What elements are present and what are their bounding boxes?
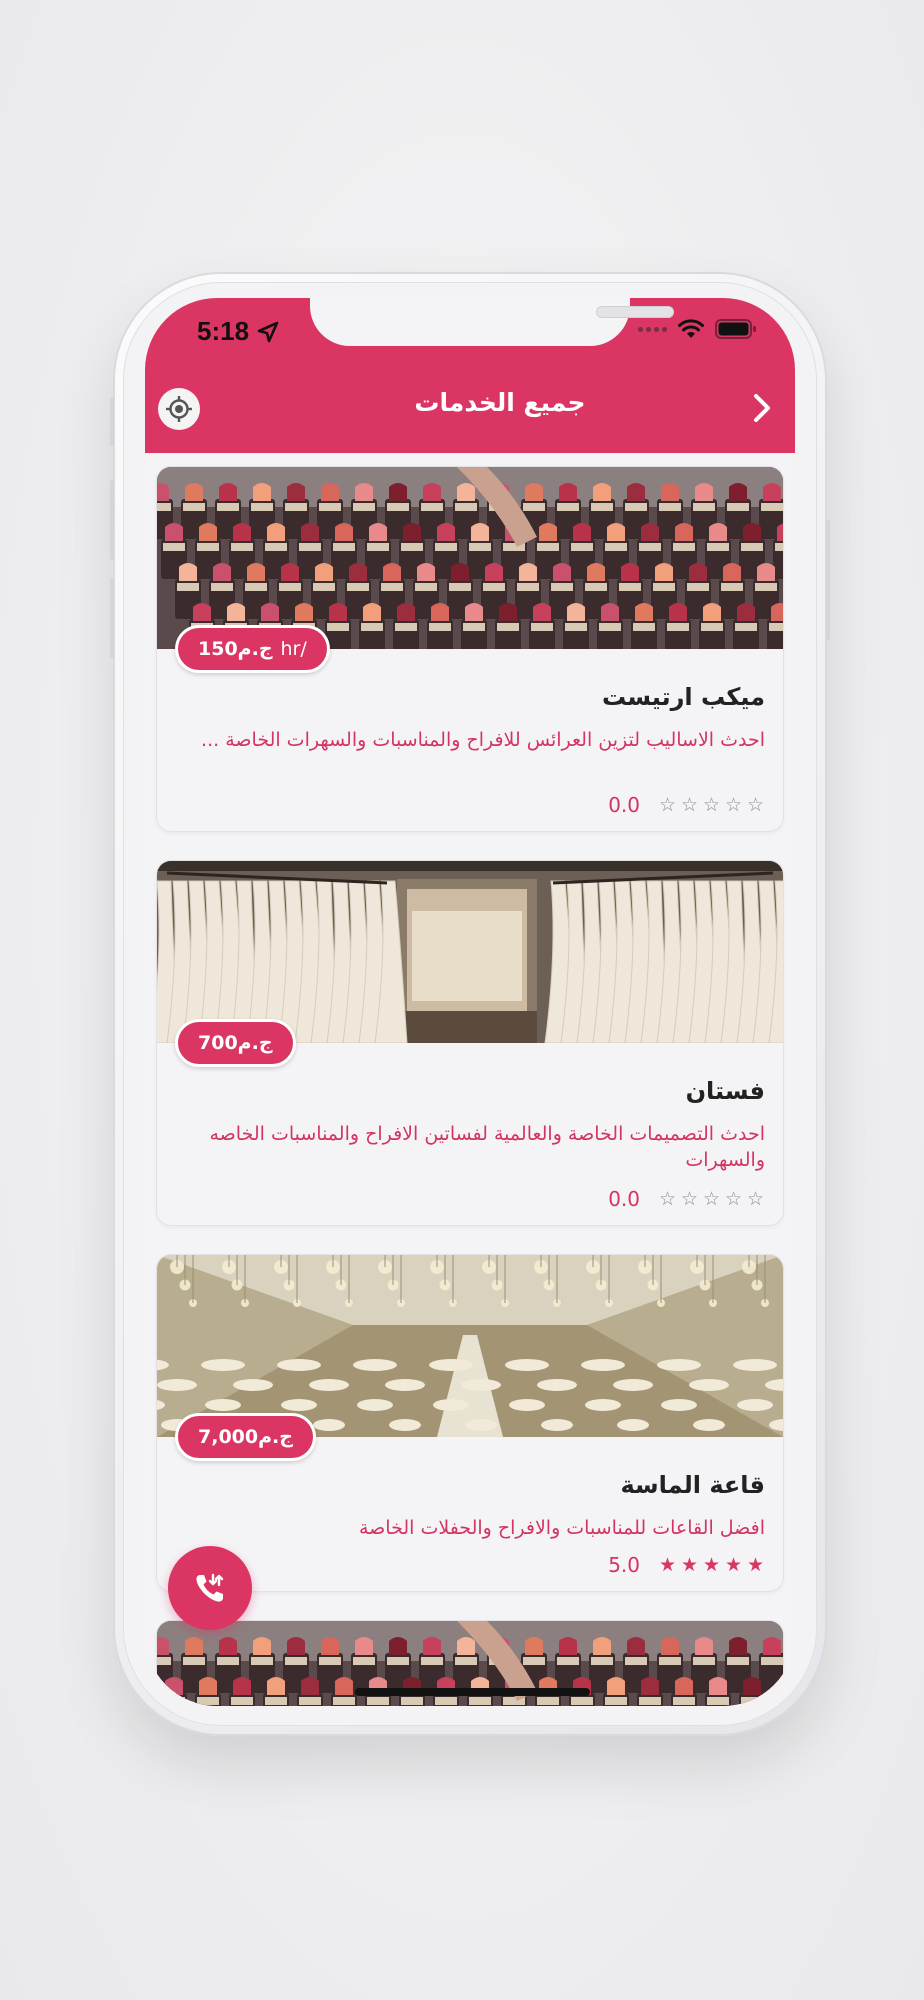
star-filled-icon: ★ [746,1554,765,1576]
service-card[interactable]: 150ج.م hr/ ميكب ارتيست احدث الاساليب لتز… [157,467,783,831]
service-card[interactable]: 7,000ج.م قاعة الماسة افضل القاعات للمناس… [157,1255,783,1591]
price-unit: hr/ [280,638,307,660]
volume-up-button [110,480,114,560]
star-rating: ☆ ☆ ☆ ☆ ☆ [658,1188,765,1210]
price-value: 700ج.م [198,1032,273,1054]
call-button[interactable] [168,1546,252,1630]
service-name: ميكب ارتيست [601,683,765,711]
star-filled-icon: ★ [680,1554,699,1576]
battery-icon [715,319,756,339]
star-empty-icon: ☆ [658,1188,677,1210]
status-time: 5:18 [197,316,250,346]
star-empty-icon: ☆ [658,794,677,816]
service-card[interactable]: 700ج.م فستان احدث التصميمات الخاصة والعا… [157,861,783,1225]
service-image-dresses [157,861,783,1043]
app-header: 5:18 جميع الخدمات [145,298,795,453]
service-image-hall [157,1255,783,1437]
power-button [826,520,830,640]
star-filled-icon: ★ [702,1554,721,1576]
mute-switch [110,398,114,446]
star-empty-icon: ☆ [702,1188,721,1210]
service-description: احدث الاساليب لتزين العرائس للافراح والم… [201,729,765,751]
service-name: قاعة الماسة [620,1471,765,1499]
wifi-icon [678,319,704,338]
price-badge: 700ج.م [175,1019,296,1067]
rating: ☆ ☆ ☆ ☆ ☆ 0.0 [608,793,765,817]
rating: ★ ★ ★ ★ ★ 5.0 [608,1553,765,1577]
phone-icon [196,1573,224,1602]
rating-value: 5.0 [608,1553,640,1577]
app-screen: 5:18 جميع الخدمات 150ج.م hr/ ميكب ارتيست… [145,298,795,1706]
home-indicator [355,1688,590,1696]
price-value: 7,000ج.م [198,1426,293,1448]
notch [310,298,674,346]
chevron-right-icon[interactable] [747,390,777,426]
service-image-lipsticks [157,467,783,649]
star-empty-icon: ☆ [746,794,765,816]
service-name: فستان [685,1077,765,1105]
price-badge: 150ج.م hr/ [175,625,330,673]
star-empty-icon: ☆ [680,1188,699,1210]
price-value: 150ج.م [198,638,273,660]
rating-value: 0.0 [608,1187,640,1211]
star-filled-icon: ★ [724,1554,743,1576]
rating: ☆ ☆ ☆ ☆ ☆ 0.0 [608,1187,765,1211]
speaker [596,306,674,318]
star-empty-icon: ☆ [702,794,721,816]
status-icons [638,318,757,340]
volume-down-button [110,578,114,658]
star-empty-icon: ☆ [724,1188,743,1210]
service-description: احدث التصميمات الخاصة والعالمية لفساتين … [209,1123,765,1171]
star-empty-icon: ☆ [746,1188,765,1210]
star-empty-icon: ☆ [680,794,699,816]
rating-value: 0.0 [608,793,640,817]
star-rating: ★ ★ ★ ★ ★ [658,1554,765,1576]
service-description: افضل القاعات للمناسبات والافراح والحفلات… [358,1517,765,1539]
star-filled-icon: ★ [658,1554,677,1576]
price-badge: 7,000ج.م [175,1413,316,1461]
star-rating: ☆ ☆ ☆ ☆ ☆ [658,794,765,816]
location-arrow-icon [257,321,279,343]
cellular-signal-icon [638,326,667,332]
star-empty-icon: ☆ [724,794,743,816]
page-title: جميع الخدمات [414,388,586,417]
